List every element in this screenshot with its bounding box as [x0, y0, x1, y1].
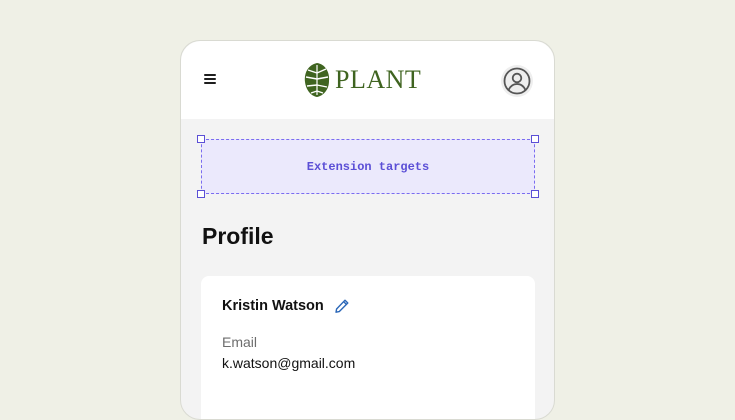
- page-title: Profile: [202, 223, 274, 249]
- resize-handle-top-left[interactable]: [197, 135, 205, 143]
- extension-targets-label: Extension targets: [306, 159, 430, 174]
- brand-logo[interactable]: PLANT: [303, 61, 421, 99]
- profile-card: Kristin Watson Email k.watson@gmail.com: [201, 276, 535, 419]
- hamburger-menu-icon[interactable]: [203, 72, 217, 86]
- brand-name: PLANT: [335, 65, 422, 94]
- email-value: k.watson@gmail.com: [222, 355, 356, 371]
- extension-targets-zone: Extension targets: [197, 135, 539, 198]
- user-circle-icon: [503, 67, 531, 95]
- profile-name: Kristin Watson: [222, 298, 324, 314]
- profile-name-row: Kristin Watson: [222, 298, 350, 314]
- app-header: PLANT: [181, 41, 554, 119]
- account-button[interactable]: [501, 65, 533, 97]
- resize-handle-bottom-left[interactable]: [197, 190, 205, 198]
- email-label: Email: [222, 334, 258, 350]
- resize-handle-top-right[interactable]: [531, 135, 539, 143]
- phone-frame: PLANT Extension targets Profile Kristin …: [180, 40, 555, 420]
- resize-handle-bottom-right[interactable]: [531, 190, 539, 198]
- pencil-icon[interactable]: [334, 298, 350, 314]
- monstera-leaf-icon: [304, 63, 330, 97]
